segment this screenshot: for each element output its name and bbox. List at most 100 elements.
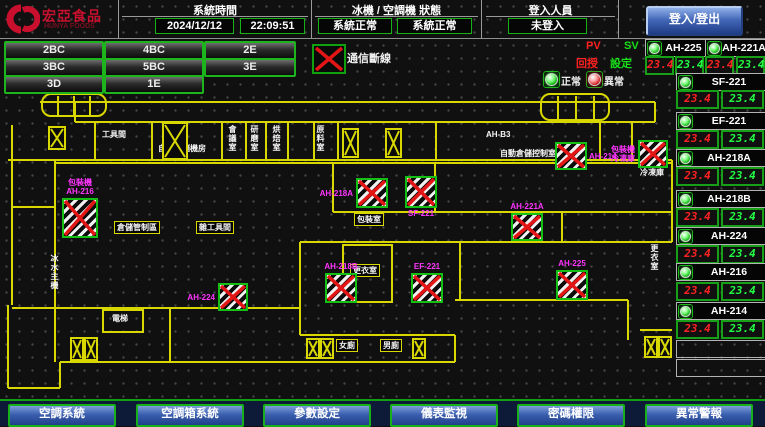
room-label: AH-B3 (486, 130, 510, 139)
equipment-row-AH-216[interactable]: AH-216 (676, 263, 765, 281)
empty-equipment-slot (676, 340, 765, 358)
plan-device-EF-221[interactable] (411, 273, 443, 303)
equipment-row-AH-224[interactable]: AH-224 (676, 227, 765, 245)
stair-x-marker (658, 336, 672, 358)
equipment-row-AH-218A[interactable]: AH-218A (676, 149, 765, 167)
equipment-row-AH-214[interactable]: AH-214 (676, 302, 765, 320)
plan-device-SF-221[interactable] (405, 176, 437, 208)
plan-device-label: EF-221 (403, 262, 451, 271)
equipment-name: AH-216 (693, 266, 765, 278)
red-x-icon (314, 46, 344, 72)
plan-device-label: AH-224 (168, 293, 215, 302)
footer-button-儀表監視[interactable]: 儀表監視 (390, 404, 498, 427)
footer-button-參數設定[interactable]: 參數設定 (263, 404, 371, 427)
system-time-label: 系統時間 (122, 2, 308, 18)
comm-loss-icon (312, 44, 346, 74)
equipment-row-AH-225[interactable]: AH-225 (645, 39, 706, 57)
floor-button-1E[interactable]: 1E (104, 75, 204, 94)
status-led-icon (678, 304, 693, 319)
room-label: 包裝室 (354, 213, 384, 226)
plan-device-AH-218B[interactable] (325, 273, 357, 303)
divider (311, 0, 312, 38)
system-date-value: 2024/12/12 (155, 18, 234, 34)
plan-device-label: AH-218A (306, 189, 353, 198)
plan-device-AH-221A[interactable] (511, 213, 543, 241)
plan-device-AH-224[interactable] (218, 283, 248, 311)
equipment-row-EF-221[interactable]: EF-221 (676, 112, 765, 130)
equipment-name: AH-221A (722, 42, 765, 54)
stair-x-marker (320, 338, 334, 359)
equipment-name: SF-221 (693, 76, 765, 88)
equipment-name: EF-221 (693, 115, 765, 127)
room-label: 雜工具間 (196, 221, 234, 234)
plan-device-包裝機-AH-216[interactable] (62, 198, 98, 238)
chiller-status-value: 系統正常 (318, 18, 392, 34)
room-label: 烘焙室 (272, 125, 281, 152)
login-logout-button[interactable]: 登入/登出 (646, 6, 743, 36)
room-label: 研磨室 (250, 125, 259, 152)
footer-button-空調箱系統[interactable]: 空調箱系統 (136, 404, 244, 427)
system-time-value: 22:09:51 (240, 18, 305, 34)
stair-x-marker (84, 337, 98, 361)
status-led-icon (678, 229, 693, 244)
pv-value: 23.4 (676, 90, 719, 109)
floor-button-3D[interactable]: 3D (4, 75, 104, 94)
stair-x-marker (70, 337, 84, 361)
plan-device-AH-214[interactable] (555, 142, 587, 170)
plan-device-包裝機-冷凍庫[interactable] (638, 140, 668, 168)
equipment-name: AH-218B (693, 193, 765, 205)
sv-value: 23.4 (721, 208, 764, 227)
plan-device-AH-225[interactable] (556, 270, 588, 300)
ahu-status-value: 系統正常 (397, 18, 472, 34)
sv-value: 23.4 (721, 245, 764, 264)
login-user-label: 登入人員 (486, 2, 615, 18)
status-led-icon (678, 192, 693, 207)
floor-button-3E[interactable]: 3E (204, 58, 296, 77)
sv-value: 23.4 (721, 320, 764, 339)
footer-button-密碼權限[interactable]: 密碼權限 (517, 404, 625, 427)
footer-button-異常警報[interactable]: 異常警報 (645, 404, 753, 427)
pv-cn-header: 回授 (576, 55, 598, 71)
divider (618, 0, 619, 38)
brand-name-en: HUNYA FOODS (44, 23, 95, 30)
chiller-ahu-status-label: 冰機 / 空調機 狀態 (315, 2, 478, 18)
normal-label: 正常 (561, 73, 581, 88)
pv-header: PV (586, 40, 601, 52)
stair-x-marker (162, 122, 188, 160)
plan-device-label: AH-221A (503, 202, 551, 211)
stair-x-marker (385, 128, 402, 158)
equipment-row-AH-218B[interactable]: AH-218B (676, 190, 765, 208)
room-label: 更衣室 (650, 244, 659, 271)
pv-value: 23.4 (676, 130, 719, 149)
normal-led (543, 71, 560, 88)
divider (481, 0, 482, 38)
pv-value: 23.4 (676, 320, 719, 339)
footer-button-空調系統[interactable]: 空調系統 (8, 404, 116, 427)
equipment-name: AH-225 (662, 42, 705, 54)
company-logo: 宏亞食品 HUNYA FOODS (4, 2, 116, 36)
pv-value: 23.4 (676, 208, 719, 227)
floor-plan: 工具間自動倉儲機房會議室研磨室烘焙室原料室AH-B3自動倉儲控制室冷凍庫倉儲管制… (0, 92, 765, 400)
sv-cn-header: 設定 (610, 55, 632, 71)
equipment-row-SF-221[interactable]: SF-221 (676, 73, 765, 91)
equipment-name: AH-218A (693, 152, 765, 164)
stair-x-marker (342, 128, 359, 158)
equipment-row-AH-221A[interactable]: AH-221A (705, 39, 765, 57)
divider (118, 0, 119, 38)
equipment-name: AH-214 (693, 305, 765, 317)
sv-value: 23.4 (721, 90, 764, 109)
sv-value: 23.4 (721, 282, 764, 301)
room-label: 女廁 (336, 339, 358, 352)
room-label: 倉儲管制區 (114, 221, 160, 234)
login-user-value: 未登入 (508, 18, 587, 34)
sv-header: SV (624, 40, 639, 52)
plan-device-AH-218A[interactable] (356, 178, 388, 208)
status-led-icon (707, 41, 722, 56)
stair-x-marker (48, 126, 66, 150)
pv-value: 23.4 (676, 282, 719, 301)
status-led-icon (678, 75, 693, 90)
logo-icon (4, 2, 40, 36)
room-label: 電梯 (112, 314, 128, 323)
plan-device-label: SF-221 (397, 209, 445, 218)
pv-value: 23.4 (676, 245, 719, 264)
